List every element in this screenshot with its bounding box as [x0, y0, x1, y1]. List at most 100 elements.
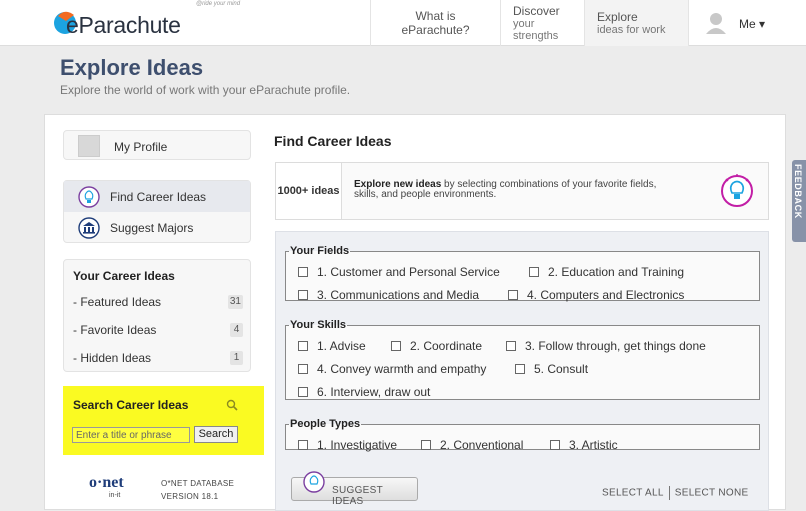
user-avatar-icon: [706, 13, 726, 34]
suggest-ideas-label: SUGGEST IDEAS: [332, 485, 383, 507]
lightbulb-icon: [303, 471, 325, 493]
skill-option[interactable]: 6. Interview, draw out: [298, 385, 430, 399]
nav-explore[interactable]: Explore ideas for work: [584, 0, 688, 46]
hidden-ideas-label: - Hidden Ideas: [73, 351, 152, 365]
suggest-ideas-button[interactable]: SUGGEST IDEAS: [291, 471, 418, 507]
skill-label: 2. Coordinate: [410, 339, 483, 353]
checkbox[interactable]: [508, 290, 518, 300]
search-career-ideas-heading: Search Career Ideas: [73, 398, 189, 412]
field-option[interactable]: 1. Customer and Personal Service: [298, 265, 500, 279]
onet-logo[interactable]: o·net: [89, 474, 124, 492]
find-career-ideas-title: Find Career Ideas: [274, 133, 392, 149]
skill-option[interactable]: 2. Coordinate: [391, 339, 482, 353]
ideas-info-box: 1000+ ideas Explore new ideas by selecti…: [275, 162, 769, 220]
people-option[interactable]: 1. Investigative: [298, 438, 397, 452]
onet-logo-sub: in-it: [109, 492, 121, 499]
suggest-majors-label: Suggest Majors: [110, 221, 194, 235]
field-label: 4. Computers and Electronics: [527, 288, 685, 302]
sidebar-item-suggest-majors[interactable]: Suggest Majors: [64, 212, 250, 243]
checkbox[interactable]: [529, 267, 539, 277]
people-types-legend: People Types: [290, 418, 361, 430]
featured-ideas-link[interactable]: - Featured Ideas 31: [73, 295, 243, 311]
featured-ideas-count: 31: [227, 295, 243, 309]
skill-option[interactable]: 1. Advise: [298, 339, 366, 353]
profile-avatar-icon: [78, 135, 100, 157]
logo-text: eParachute: [66, 12, 181, 38]
checkbox[interactable]: [298, 387, 308, 397]
featured-ideas-label: - Featured Ideas: [73, 295, 162, 309]
my-profile-link[interactable]: My Profile: [63, 130, 251, 160]
logo-tagline: @ride your mind: [196, 1, 241, 7]
skill-label: 6. Interview, draw out: [317, 385, 431, 399]
ideas-description: Explore new ideas by selecting combinati…: [354, 180, 674, 200]
checkbox[interactable]: [298, 267, 308, 277]
checkbox[interactable]: [298, 440, 308, 450]
skill-label: 5. Consult: [534, 362, 589, 376]
my-profile-label: My Profile: [114, 140, 168, 154]
skill-label: 4. Convey warmth and empathy: [317, 362, 487, 376]
onet-version-label: VERSION 18.1: [161, 492, 219, 501]
checkbox[interactable]: [298, 290, 308, 300]
checkbox[interactable]: [506, 341, 516, 351]
page-subtitle: Explore the world of work with your ePar…: [60, 83, 351, 97]
field-option[interactable]: 2. Education and Training: [529, 265, 684, 279]
top-header: eParachute @ride your mind What is ePara…: [0, 0, 806, 46]
nav-what-label: What is eParachute?: [401, 9, 470, 37]
feedback-label: FEEDBACK: [793, 164, 803, 219]
people-types-group: People Types 1. Investigative 2. Convent…: [285, 418, 760, 452]
skill-option[interactable]: 3. Follow through, get things done: [506, 339, 706, 353]
checkbox[interactable]: [550, 440, 560, 450]
checkbox[interactable]: [298, 364, 308, 374]
search-icon: [226, 399, 238, 411]
checkbox[interactable]: [298, 341, 308, 351]
skill-label: 1. Advise: [317, 339, 366, 353]
sidebar-item-find-career-ideas[interactable]: Find Career Ideas: [64, 181, 250, 212]
skill-label: 3. Follow through, get things done: [525, 339, 706, 353]
people-option[interactable]: 3. Artistic: [550, 438, 618, 452]
favorite-ideas-count: 4: [230, 323, 243, 337]
selection-panel: Your Fields 1. Customer and Personal Ser…: [275, 231, 769, 511]
field-option[interactable]: 3. Communications and Media: [298, 288, 479, 302]
nav-what-is-eparachute[interactable]: What is eParachute?: [370, 0, 500, 46]
field-label: 3. Communications and Media: [317, 288, 480, 302]
your-skills-group: Your Skills 1. Advise 2. Coordinate 3. F…: [285, 319, 760, 400]
ideas-nav: Find Career Ideas Suggest Majors: [63, 180, 251, 243]
your-fields-group: Your Fields 1. Customer and Personal Ser…: [285, 245, 760, 302]
nav-discover-label: Discover: [513, 4, 560, 18]
checkbox[interactable]: [515, 364, 525, 374]
favorite-ideas-label: - Favorite Ideas: [73, 323, 157, 337]
user-menu[interactable]: Me ▾: [688, 0, 806, 46]
checkbox[interactable]: [421, 440, 431, 450]
lightbulb-icon: [78, 186, 100, 208]
select-all-link[interactable]: SELECT ALL: [602, 488, 664, 499]
field-label: 2. Education and Training: [548, 265, 685, 279]
skill-option[interactable]: 5. Consult: [515, 362, 588, 376]
select-none-link[interactable]: SELECT NONE: [675, 488, 749, 499]
your-fields-legend: Your Fields: [290, 245, 350, 257]
search-button[interactable]: Search: [194, 426, 238, 443]
ideas-count: 1000+ ideas: [276, 163, 342, 219]
search-input[interactable]: [72, 427, 190, 443]
nav-discover[interactable]: Discover your strengths: [500, 0, 584, 46]
checkbox[interactable]: [391, 341, 401, 351]
field-option[interactable]: 4. Computers and Electronics: [508, 288, 684, 302]
search-career-ideas-box: Search Career Ideas Search: [63, 386, 264, 455]
university-icon: [78, 217, 100, 239]
content-card: My Profile Find Career Ideas Suggest Maj…: [44, 114, 786, 511]
find-career-ideas-label: Find Career Ideas: [110, 190, 207, 204]
your-career-ideas-box: Your Career Ideas - Featured Ideas 31 - …: [63, 259, 251, 372]
feedback-tab[interactable]: FEEDBACK: [792, 160, 806, 242]
people-label: 1. Investigative: [317, 438, 398, 452]
page-title: Explore Ideas: [60, 55, 204, 80]
field-label: 1. Customer and Personal Service: [317, 265, 500, 279]
people-option[interactable]: 2. Conventional: [421, 438, 523, 452]
hidden-ideas-link[interactable]: - Hidden Ideas 1: [73, 351, 243, 367]
selection-links: SELECT ALL SELECT NONE: [602, 486, 748, 500]
people-label: 2. Conventional: [440, 438, 524, 452]
your-skills-legend: Your Skills: [290, 319, 347, 331]
favorite-ideas-link[interactable]: - Favorite Ideas 4: [73, 323, 243, 339]
user-menu-label: Me ▾: [739, 17, 766, 31]
skill-option[interactable]: 4. Convey warmth and empathy: [298, 362, 486, 376]
your-career-ideas-heading: Your Career Ideas: [73, 269, 175, 283]
lightbulb-icon: [721, 174, 753, 207]
